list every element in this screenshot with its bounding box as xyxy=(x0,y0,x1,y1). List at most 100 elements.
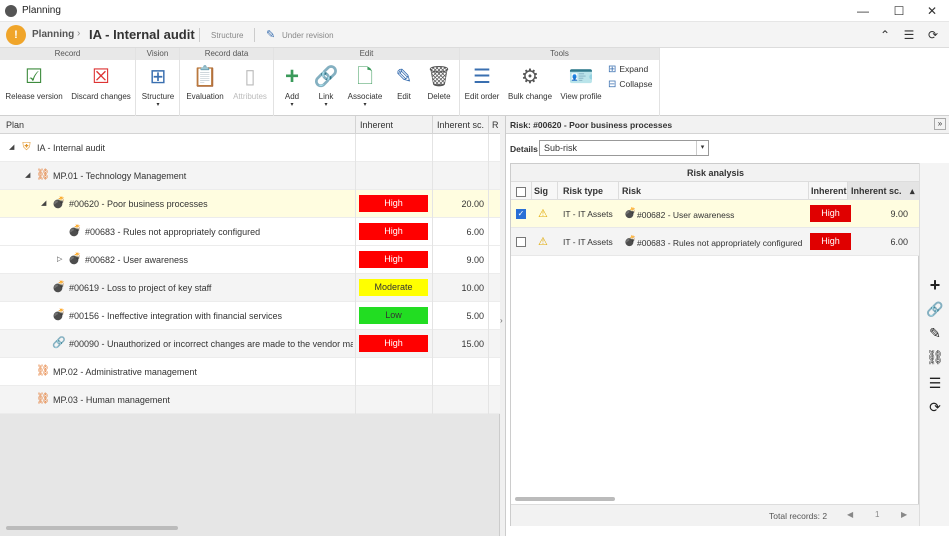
collapse-header-button[interactable]: ⌃ xyxy=(876,26,894,44)
window-title: Planning xyxy=(22,5,61,16)
page-title: IA - Internal audit xyxy=(89,27,195,42)
splitter-handle-icon: › xyxy=(500,316,503,325)
collapse-button[interactable]: ⊟ Collapse xyxy=(608,79,652,90)
warning-icon: ⚠ xyxy=(538,236,548,248)
tree-row[interactable]: 💣 #00683 - Rules not appropriately confi… xyxy=(0,218,500,246)
group-title: Vision xyxy=(136,48,179,60)
risk-analysis-grid: Risk analysis Sig Risk type Risk Inheren… xyxy=(510,163,920,526)
process-icon: ⛓ xyxy=(36,365,50,377)
column-inherent[interactable]: Inherent xyxy=(360,120,393,130)
inherent-score: 10.00 xyxy=(461,283,484,293)
profile-card-icon: 🪪 xyxy=(568,66,594,88)
sort-ascending-icon: ▴ xyxy=(910,186,915,196)
risk-icon: 💣 xyxy=(52,281,66,293)
column-inherent-score[interactable]: Inherent sc. ▴ xyxy=(848,182,920,200)
chevron-right-icon: › xyxy=(77,28,81,39)
menu-button[interactable]: ☰ xyxy=(900,26,918,44)
refresh-button[interactable]: ⟳ xyxy=(924,26,942,44)
bulk-change-button[interactable]: ⚙ Bulk change xyxy=(506,62,554,101)
inherent-badge: Moderate xyxy=(359,279,428,296)
select-all-checkbox[interactable] xyxy=(516,187,526,197)
associate-button[interactable]: 🗋 Associate ▾ xyxy=(346,62,384,109)
column-inherent-score[interactable]: Inherent sc. xyxy=(437,120,484,130)
grid-header: Sig Risk type Risk Inherent Inherent sc.… xyxy=(511,182,920,200)
group-title: Edit xyxy=(274,48,459,60)
divider xyxy=(199,28,200,42)
previous-page-button[interactable]: ◀ xyxy=(847,510,853,519)
risk-icon: 💣 xyxy=(68,253,82,265)
list-icon[interactable]: ☰ xyxy=(925,373,945,393)
maximize-button[interactable]: ☐ xyxy=(882,2,916,20)
attributes-button[interactable]: ▯ Attributes xyxy=(230,62,270,101)
release-version-button[interactable]: ☑ Release version xyxy=(2,62,66,101)
edit-order-button[interactable]: ☰ Edit order xyxy=(462,62,502,101)
grid-footer: Total records: 2 ◀ 1 ▶ xyxy=(511,504,920,526)
tree-row[interactable]: ◢ ⛨ IA - Internal audit xyxy=(0,134,500,162)
hierarchy-icon: ⊞ xyxy=(149,66,167,88)
inherent-score: 9.00 xyxy=(466,255,484,265)
tree-row[interactable]: 💣 #00156 - Ineffective integration with … xyxy=(0,302,500,330)
inherent-badge: High xyxy=(359,223,428,240)
tree-row-selected[interactable]: ◢ 💣 #00620 - Poor business processes Hig… xyxy=(0,190,500,218)
edit-button[interactable]: ✎ Edit xyxy=(390,62,418,101)
next-page-button[interactable]: ▶ xyxy=(901,510,907,519)
discard-x-icon: ☒ xyxy=(92,66,110,88)
column-inherent[interactable]: Inherent xyxy=(811,186,847,196)
tree-row[interactable]: ◢ ⛓ MP.01 - Technology Management xyxy=(0,162,500,190)
horizontal-scrollbar[interactable] xyxy=(515,497,615,501)
row-checkbox[interactable] xyxy=(516,237,526,247)
chevron-down-icon: ▾ xyxy=(696,141,708,155)
inherent-badge: High xyxy=(359,251,428,268)
row-checkbox[interactable]: ✓ xyxy=(516,209,526,219)
evaluation-button[interactable]: 📋 Evaluation xyxy=(184,62,226,101)
tree-toggle[interactable]: ◢ xyxy=(25,171,30,179)
inherent-badge: High xyxy=(359,195,428,212)
warning-logo-icon: ! xyxy=(6,25,26,45)
unlink-icon[interactable]: ⛓ xyxy=(925,347,945,367)
link-button[interactable]: 🔗 Link ▾ xyxy=(312,62,340,109)
column-residual[interactable]: R xyxy=(492,120,499,130)
collapse-panel-button[interactable]: » xyxy=(934,118,946,130)
details-select[interactable]: Sub-risk ▾ xyxy=(539,140,709,156)
inherent-score: 15.00 xyxy=(461,339,484,349)
inherent-badge: High xyxy=(359,335,428,352)
link-icon[interactable]: 🔗 xyxy=(925,299,945,319)
discard-changes-button[interactable]: ☒ Discard changes xyxy=(68,62,134,101)
tree-toggle[interactable]: ◢ xyxy=(9,143,14,151)
collapse-icon: ⊟ xyxy=(608,79,617,90)
column-risk-type[interactable]: Risk type xyxy=(563,186,603,196)
tree-row[interactable]: ▷ 💣 #00682 - User awareness High 9.00 xyxy=(0,246,500,274)
tree-row[interactable]: ⛓ MP.03 - Human management xyxy=(0,386,500,414)
add-button[interactable]: + Add ▾ xyxy=(278,62,306,109)
grid-row-selected[interactable]: ✓ ⚠ IT - IT Assets 💣 #00682 - User aware… xyxy=(511,200,920,228)
plan-tree-panel: Plan Inherent Inherent sc. R ◢ ⛨ IA - In… xyxy=(0,116,500,536)
grid-row[interactable]: ⚠ IT - IT Assets 💣 #00683 - Rules not ap… xyxy=(511,228,920,256)
column-risk[interactable]: Risk xyxy=(622,186,641,196)
edit-icon[interactable]: ✎ xyxy=(925,323,945,343)
structure-dropdown-button[interactable]: ⊞ Structure ▾ xyxy=(138,62,178,109)
plus-icon: + xyxy=(284,63,299,90)
inherent-score: 6.00 xyxy=(466,227,484,237)
inherent-score: 9.00 xyxy=(890,209,908,219)
minimize-button[interactable]: — xyxy=(846,2,880,20)
delete-button[interactable]: 🗑 Delete xyxy=(424,62,454,101)
add-icon[interactable]: + xyxy=(925,275,945,295)
breadcrumb-planning[interactable]: Planning xyxy=(32,29,74,40)
pencil-icon: ✎ xyxy=(266,29,276,41)
chevron-down-icon: ▾ xyxy=(156,102,160,108)
close-button[interactable]: ✕ xyxy=(915,2,949,20)
tree-row[interactable]: 💣 #00619 - Loss to project of key staff … xyxy=(0,274,500,302)
expand-button[interactable]: ⊞ Expand xyxy=(608,64,648,75)
column-sig[interactable]: Sig xyxy=(534,186,548,196)
tree-row[interactable]: 🔗 #00090 - Unauthorized or incorrect cha… xyxy=(0,330,500,358)
tree-toggle[interactable]: ◢ xyxy=(41,199,46,207)
horizontal-scrollbar[interactable] xyxy=(6,526,178,530)
list-order-icon: ☰ xyxy=(473,66,491,88)
column-plan[interactable]: Plan xyxy=(6,120,24,130)
view-profile-button[interactable]: 🪪 View profile xyxy=(558,62,604,101)
refresh-icon[interactable]: ⟳ xyxy=(925,397,945,417)
inherent-score: 5.00 xyxy=(466,311,484,321)
link-icon: 🔗 xyxy=(313,66,339,88)
tree-toggle[interactable]: ▷ xyxy=(57,255,62,263)
tree-row[interactable]: ⛓ MP.02 - Administrative management xyxy=(0,358,500,386)
